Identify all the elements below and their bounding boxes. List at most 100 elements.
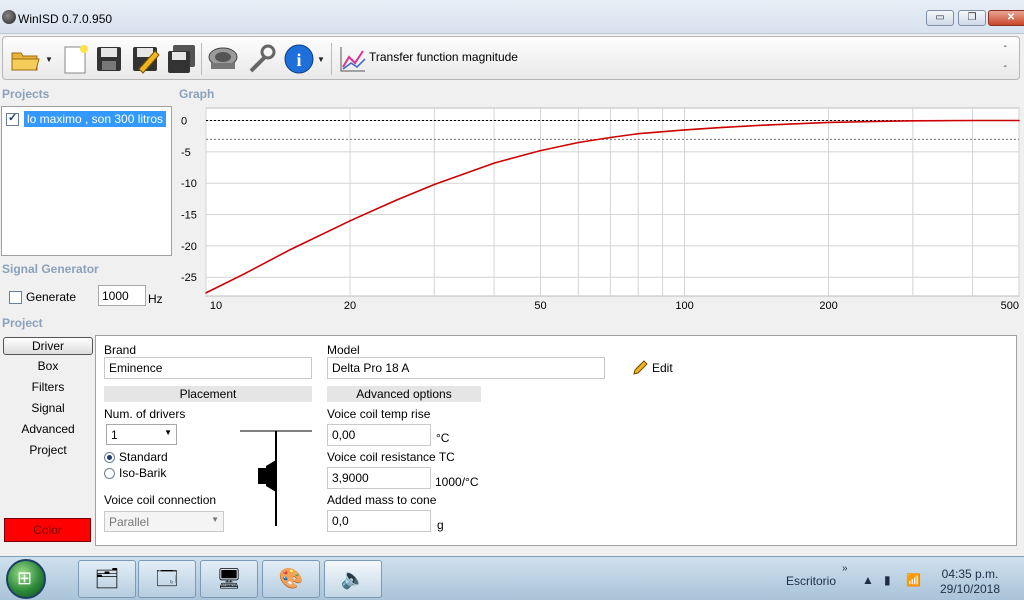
data-point [577, 141, 580, 144]
info-dropdown-icon[interactable]: ▼ [317, 55, 325, 64]
minimize-button[interactable]: ▭ [926, 10, 954, 26]
palette-icon: 🎨 [278, 568, 304, 590]
explorer-taskbar-button[interactable]: 🗂 [78, 560, 136, 598]
title-bar: WinISD 0.7.0.950 ▭ ❐ ✕ [0, 0, 1024, 34]
data-point [243, 273, 245, 275]
nav-filters[interactable]: Filters [3, 379, 93, 397]
standard-label: Standard [119, 450, 168, 464]
toolbar-separator [331, 43, 332, 75]
vc-resistance-tc-label: Voice coil resistance TC [327, 450, 455, 464]
vc-resistance-tc-field[interactable]: 3,9000 [327, 467, 431, 489]
folder-icon: 🗂 [94, 568, 120, 590]
save-all-icon[interactable] [165, 43, 197, 75]
num-drivers-label: Num. of drivers [104, 407, 186, 421]
restore-button[interactable]: ❐ [958, 10, 986, 26]
app-taskbar-button[interactable]: 🗔 [138, 560, 196, 598]
clock-date: 29/10/2018 [939, 582, 1001, 596]
tools-icon[interactable] [245, 43, 277, 75]
generate-row[interactable]: Generate [9, 290, 76, 304]
project-item[interactable]: lo maximo , son 300 litros [6, 111, 167, 127]
chevron-down-icon: ▼ [164, 428, 172, 437]
nav-signal[interactable]: Signal [3, 400, 93, 418]
data-point [912, 120, 914, 122]
toolbar: ▼ i ▼ Transfer function magnitude - - [2, 36, 1020, 80]
y-tick-label: -10 [181, 178, 197, 190]
brand-field[interactable]: Eminence [104, 357, 312, 379]
vc-temp-rise-field[interactable]: 0,00 [327, 424, 431, 446]
isobarik-radio[interactable]: Iso-Barik [104, 466, 166, 480]
project-section-label: Project [2, 316, 43, 330]
x-tick-label: 200 [819, 300, 837, 312]
isobarik-radio-button[interactable] [104, 467, 115, 479]
network-signal-icon[interactable]: 📶 [906, 573, 921, 587]
generate-label: Generate [26, 290, 77, 304]
chart-icon[interactable] [337, 43, 369, 75]
speaker-icon[interactable] [207, 43, 239, 75]
edit-save-icon[interactable] [129, 43, 161, 75]
close-button[interactable]: ✕ [988, 10, 1024, 26]
clock[interactable]: 04:35 p.m. 29/10/2018 [930, 567, 1010, 597]
open-folder-icon[interactable] [9, 43, 41, 75]
num-drivers-value: 1 [111, 428, 118, 442]
start-button[interactable]: ⊞ [6, 559, 46, 599]
frequency-input[interactable]: 1000 [98, 285, 146, 306]
taskbar: ⊞ 🗂 🗔 🖥 🎨 🔈 Escritorio » ▲ ▮ 📶 [0, 556, 1024, 600]
vc-connection-label: Voice coil connection [104, 493, 217, 507]
data-point [609, 136, 612, 139]
toolbar-separator [201, 43, 202, 75]
remote-desktop-taskbar-button[interactable]: 🖥 [200, 560, 258, 598]
projects-section-label: Projects [2, 87, 50, 101]
nav-project[interactable]: Project [3, 442, 93, 460]
added-mass-field[interactable]: 0,0 [327, 510, 431, 532]
project-checkbox[interactable] [6, 111, 19, 126]
data-point [767, 124, 770, 126]
model-field[interactable]: Delta Pro 18 A [327, 357, 605, 379]
new-document-icon[interactable] [59, 43, 91, 75]
x-tick-label: 20 [344, 300, 356, 312]
toolbar-option-dash[interactable]: - [1004, 61, 1007, 72]
edit-button[interactable]: Edit [632, 360, 673, 376]
added-mass-unit: g [437, 518, 444, 532]
data-point [395, 199, 398, 201]
open-dropdown-icon[interactable]: ▼ [45, 55, 53, 64]
advanced-options-header: Advanced options [327, 386, 481, 402]
nav-driver[interactable]: Driver [3, 337, 93, 355]
paint-taskbar-button[interactable]: 🎨 [262, 560, 320, 598]
generate-checkbox[interactable] [9, 290, 22, 304]
x-tick-label: 500 [1001, 300, 1019, 312]
clock-time: 04:35 p.m. [941, 567, 999, 581]
edit-label: Edit [652, 361, 673, 375]
nav-box[interactable]: Box [3, 358, 93, 376]
pencil-icon [633, 360, 648, 375]
standard-radio[interactable]: Standard [104, 450, 168, 464]
windows-logo-icon: ⊞ [17, 568, 33, 588]
num-drivers-select[interactable]: 1 ▼ [106, 424, 177, 445]
vc-connection-select: Parallel ▼ [104, 511, 224, 532]
window-icon: 🗔 [156, 568, 178, 590]
x-tick-label: 10 [210, 300, 222, 312]
data-point [874, 120, 876, 123]
save-icon[interactable] [93, 43, 125, 75]
project-name[interactable]: lo maximo , son 300 litros [24, 111, 167, 127]
winisd-taskbar-button[interactable]: 🔈 [324, 560, 382, 598]
vc-temp-rise-unit: °C [436, 431, 450, 445]
info-icon[interactable]: i [283, 43, 315, 75]
placement-header: Placement [104, 386, 312, 402]
color-button[interactable]: Color [4, 518, 91, 542]
data-point [289, 248, 292, 251]
plot-area [205, 107, 1020, 297]
y-tick-label: -25 [181, 272, 197, 284]
data-point [971, 119, 974, 122]
data-point [539, 149, 542, 152]
show-hidden-icons-icon[interactable]: ▲ [862, 573, 874, 587]
battery-icon[interactable]: ▮ [884, 573, 891, 587]
nav-advanced[interactable]: Advanced [3, 421, 93, 439]
y-tick-label: 0 [181, 116, 187, 128]
data-point [1018, 119, 1020, 122]
graph-section-label: Graph [179, 87, 215, 101]
x-tick-label: 100 [675, 300, 693, 312]
toolbar-option-dash[interactable]: - [1004, 41, 1007, 52]
standard-radio-button[interactable] [104, 451, 115, 463]
chevron-right-icon[interactable]: » [842, 563, 848, 574]
desktop-toolbar-label[interactable]: Escritorio [786, 574, 836, 588]
